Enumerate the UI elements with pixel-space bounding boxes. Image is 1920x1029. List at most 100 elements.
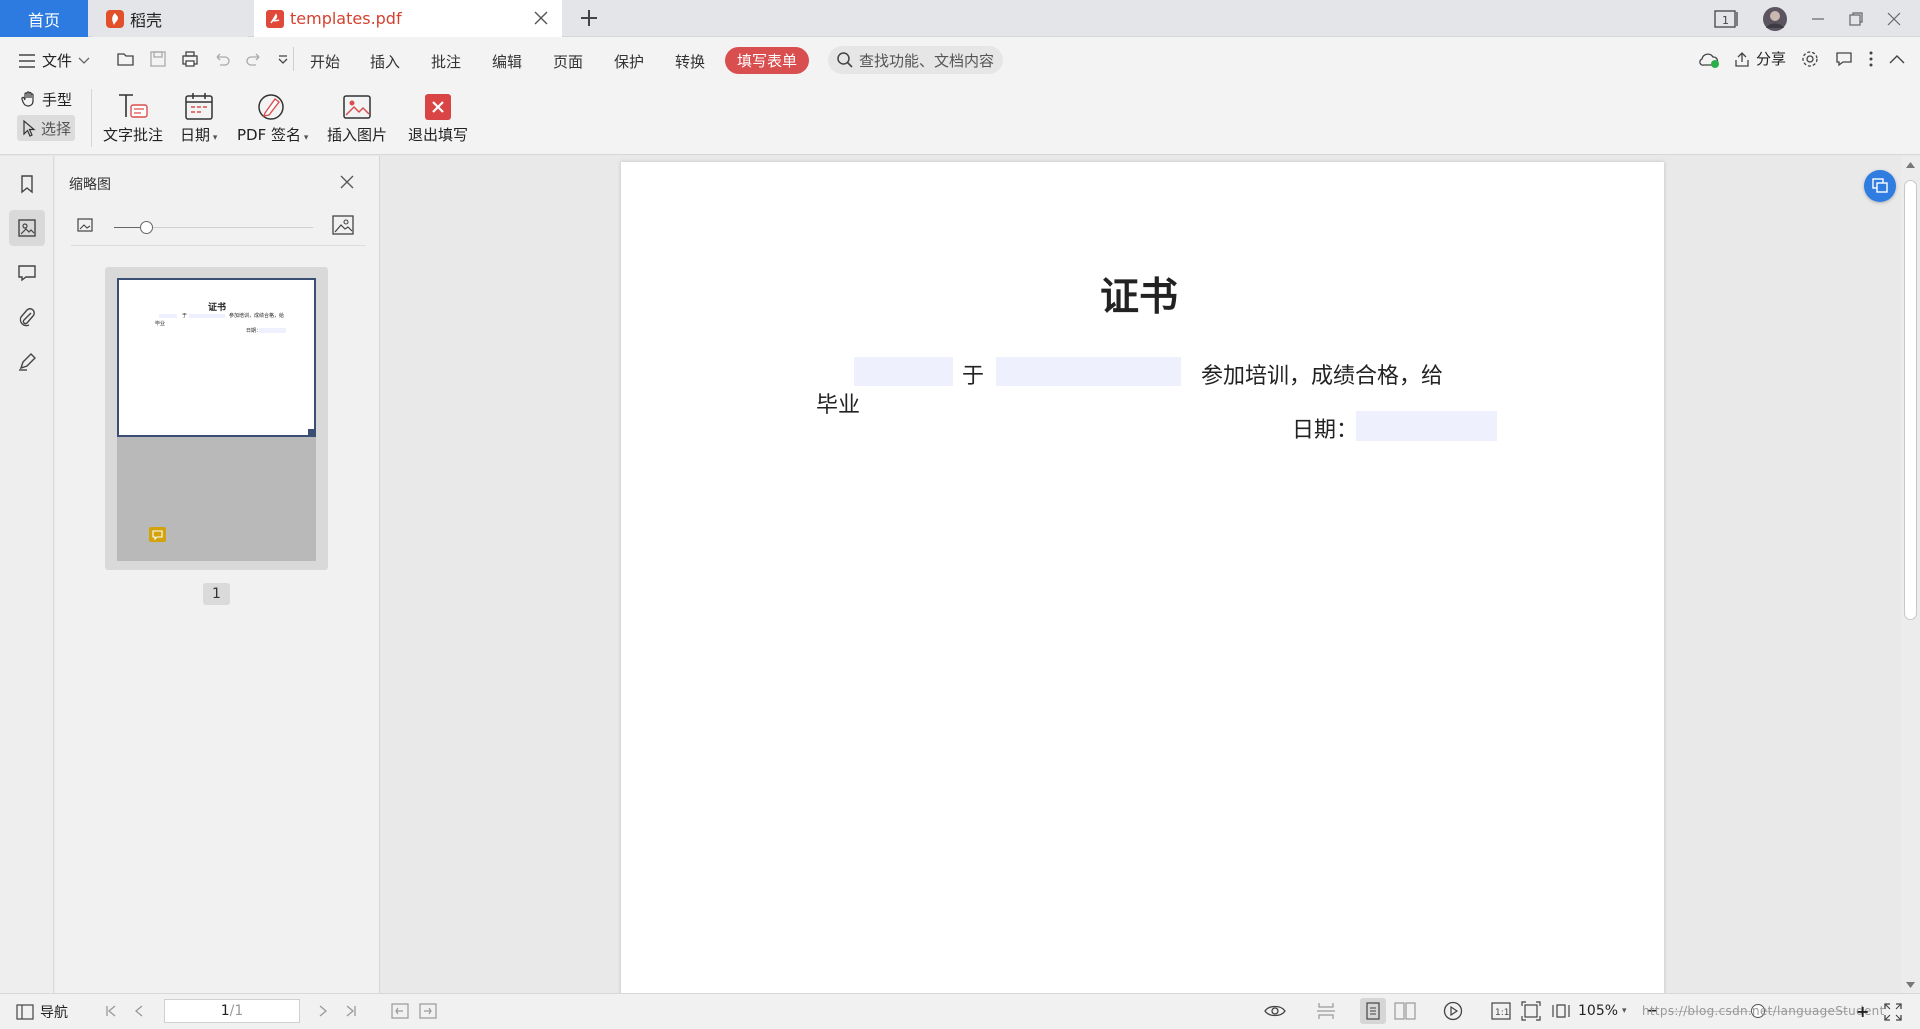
cloud-sync-icon[interactable]: [1698, 49, 1720, 69]
close-window-icon[interactable]: [1886, 11, 1902, 27]
comment-icon[interactable]: [9, 255, 45, 291]
avatar[interactable]: [1762, 6, 1788, 32]
viewport-resize-handle[interactable]: [308, 429, 314, 435]
svg-text:1:1: 1:1: [1495, 1008, 1509, 1018]
tab-templates-pdf-label: templates.pdf: [290, 9, 402, 28]
date-range-field[interactable]: [996, 357, 1181, 386]
share-button[interactable]: 分享: [1734, 48, 1786, 69]
menu-edit[interactable]: 编辑: [492, 51, 522, 72]
play-icon[interactable]: [1443, 1001, 1463, 1021]
prev-page-icon[interactable]: [132, 1004, 146, 1018]
menu-protect[interactable]: 保护: [614, 51, 644, 72]
menu-start[interactable]: 开始: [310, 51, 340, 72]
single-page-icon[interactable]: [1360, 998, 1386, 1024]
pdf-sign-button[interactable]: PDF 签名 ▾: [237, 85, 308, 145]
sign-pen-icon[interactable]: [9, 344, 45, 380]
last-page-icon[interactable]: [344, 1004, 358, 1018]
bookmark-icon[interactable]: [9, 166, 45, 202]
search-icon: [836, 51, 854, 69]
forward-view-icon[interactable]: [419, 1003, 437, 1019]
tab-templates-pdf[interactable]: templates.pdf: [254, 0, 562, 37]
hand-icon: [20, 90, 38, 108]
image-icon: [342, 85, 372, 121]
date-label: 日期 ▾: [180, 126, 218, 144]
more-quick-icon[interactable]: [276, 49, 290, 69]
save-icon[interactable]: [148, 49, 168, 69]
body-line1: 参加培训，成绩合格，给: [1201, 364, 1444, 389]
nav-toggle[interactable]: 导航: [16, 1002, 68, 1022]
undo-icon[interactable]: [212, 49, 232, 69]
thumbnail-icon[interactable]: [9, 210, 45, 246]
settings-icon[interactable]: [1800, 49, 1820, 69]
thumb-line1: 参加培训，成绩合格，给: [229, 313, 285, 319]
open-folder-icon[interactable]: [116, 49, 136, 69]
redo-icon[interactable]: [244, 49, 264, 69]
tab-home[interactable]: 首页: [0, 0, 88, 37]
name-field[interactable]: [854, 357, 953, 386]
daoke-logo-icon: [106, 9, 124, 28]
page-thumbnail[interactable]: 证书 于 参加培训，成绩合格，给 毕业 日期：: [105, 267, 328, 570]
page-number-badge: 1: [203, 583, 230, 605]
page-input[interactable]: 1/1: [164, 999, 300, 1023]
window-controls: 1: [1714, 0, 1920, 37]
hand-tool[interactable]: 手型: [20, 87, 72, 111]
eye-protect-icon[interactable]: [1264, 1002, 1286, 1020]
share-label: 分享: [1756, 50, 1787, 68]
hamburger-icon: [18, 53, 36, 69]
scroll-thumb[interactable]: [1904, 180, 1917, 620]
close-tab-icon[interactable]: [532, 9, 550, 27]
date-button[interactable]: 日期 ▾: [180, 85, 217, 145]
fit-width-icon[interactable]: [1551, 1001, 1571, 1021]
divider: [91, 89, 92, 147]
menu-insert[interactable]: 插入: [370, 51, 400, 72]
close-panel-icon[interactable]: [340, 175, 354, 189]
scroll-down-icon[interactable]: [1906, 982, 1915, 988]
attachment-icon[interactable]: [9, 299, 45, 335]
vertical-scrollbar[interactable]: [1901, 156, 1920, 993]
slider-handle[interactable]: [140, 221, 153, 234]
comment-feedback-icon[interactable]: [1834, 49, 1854, 69]
date-field[interactable]: [1356, 411, 1497, 441]
zoom-in-icon[interactable]: +: [1856, 1002, 1869, 1021]
next-page-icon[interactable]: [316, 1004, 330, 1018]
pdf-sign-label: PDF 签名 ▾: [237, 126, 309, 144]
search-placeholder: 查找功能、文档内容: [859, 51, 995, 70]
select-tool[interactable]: 选择: [17, 115, 76, 141]
tab-daoke[interactable]: 稻壳: [92, 0, 248, 37]
fit-page-icon[interactable]: [1521, 1001, 1541, 1021]
menu-fill-form[interactable]: 填写表单: [725, 47, 809, 74]
first-page-icon[interactable]: [104, 1004, 118, 1018]
large-thumb-icon[interactable]: [332, 215, 354, 235]
menu-convert[interactable]: 转换: [675, 51, 705, 72]
thumb-field: [259, 328, 286, 333]
small-thumb-icon[interactable]: [77, 218, 93, 232]
scroll-up-icon[interactable]: [1906, 162, 1915, 168]
text-comment-button[interactable]: 文字批注: [103, 85, 163, 145]
new-tab-icon[interactable]: [578, 7, 600, 29]
restore-icon[interactable]: [1848, 11, 1864, 27]
fullscreen-icon[interactable]: [1884, 1003, 1902, 1021]
share-icon: [1734, 50, 1752, 68]
insert-image-button[interactable]: 插入图片: [327, 85, 387, 145]
thumbnail-visible-region: 证书 于 参加培训，成绩合格，给 毕业 日期：: [117, 278, 316, 437]
file-menu-label: 文件: [42, 52, 73, 70]
collapse-ribbon-icon[interactable]: [1888, 53, 1906, 65]
translate-float-button[interactable]: [1864, 170, 1896, 202]
actual-size-icon[interactable]: 1:1: [1491, 1002, 1511, 1020]
print-icon[interactable]: [180, 49, 200, 69]
continuous-scroll-icon[interactable]: [1316, 1002, 1336, 1020]
menu-page[interactable]: 页面: [553, 51, 583, 72]
zoom-dropdown[interactable]: 105% ▾: [1578, 1003, 1627, 1019]
exit-fill-button[interactable]: 退出填写: [408, 85, 468, 145]
menu-annotate[interactable]: 批注: [431, 51, 461, 72]
page-view-icon[interactable]: 1: [1714, 9, 1740, 28]
more-vertical-icon[interactable]: [1868, 50, 1874, 68]
minimize-icon[interactable]: [1810, 11, 1826, 27]
comment-marker-icon[interactable]: [149, 527, 166, 542]
document-title: 证书: [1100, 274, 1179, 320]
file-menu[interactable]: 文件: [18, 50, 90, 71]
double-page-icon[interactable]: [1394, 1002, 1416, 1020]
left-sidebar: [0, 156, 54, 993]
back-view-icon[interactable]: [391, 1003, 409, 1019]
search-box[interactable]: 查找功能、文档内容: [828, 46, 1003, 74]
